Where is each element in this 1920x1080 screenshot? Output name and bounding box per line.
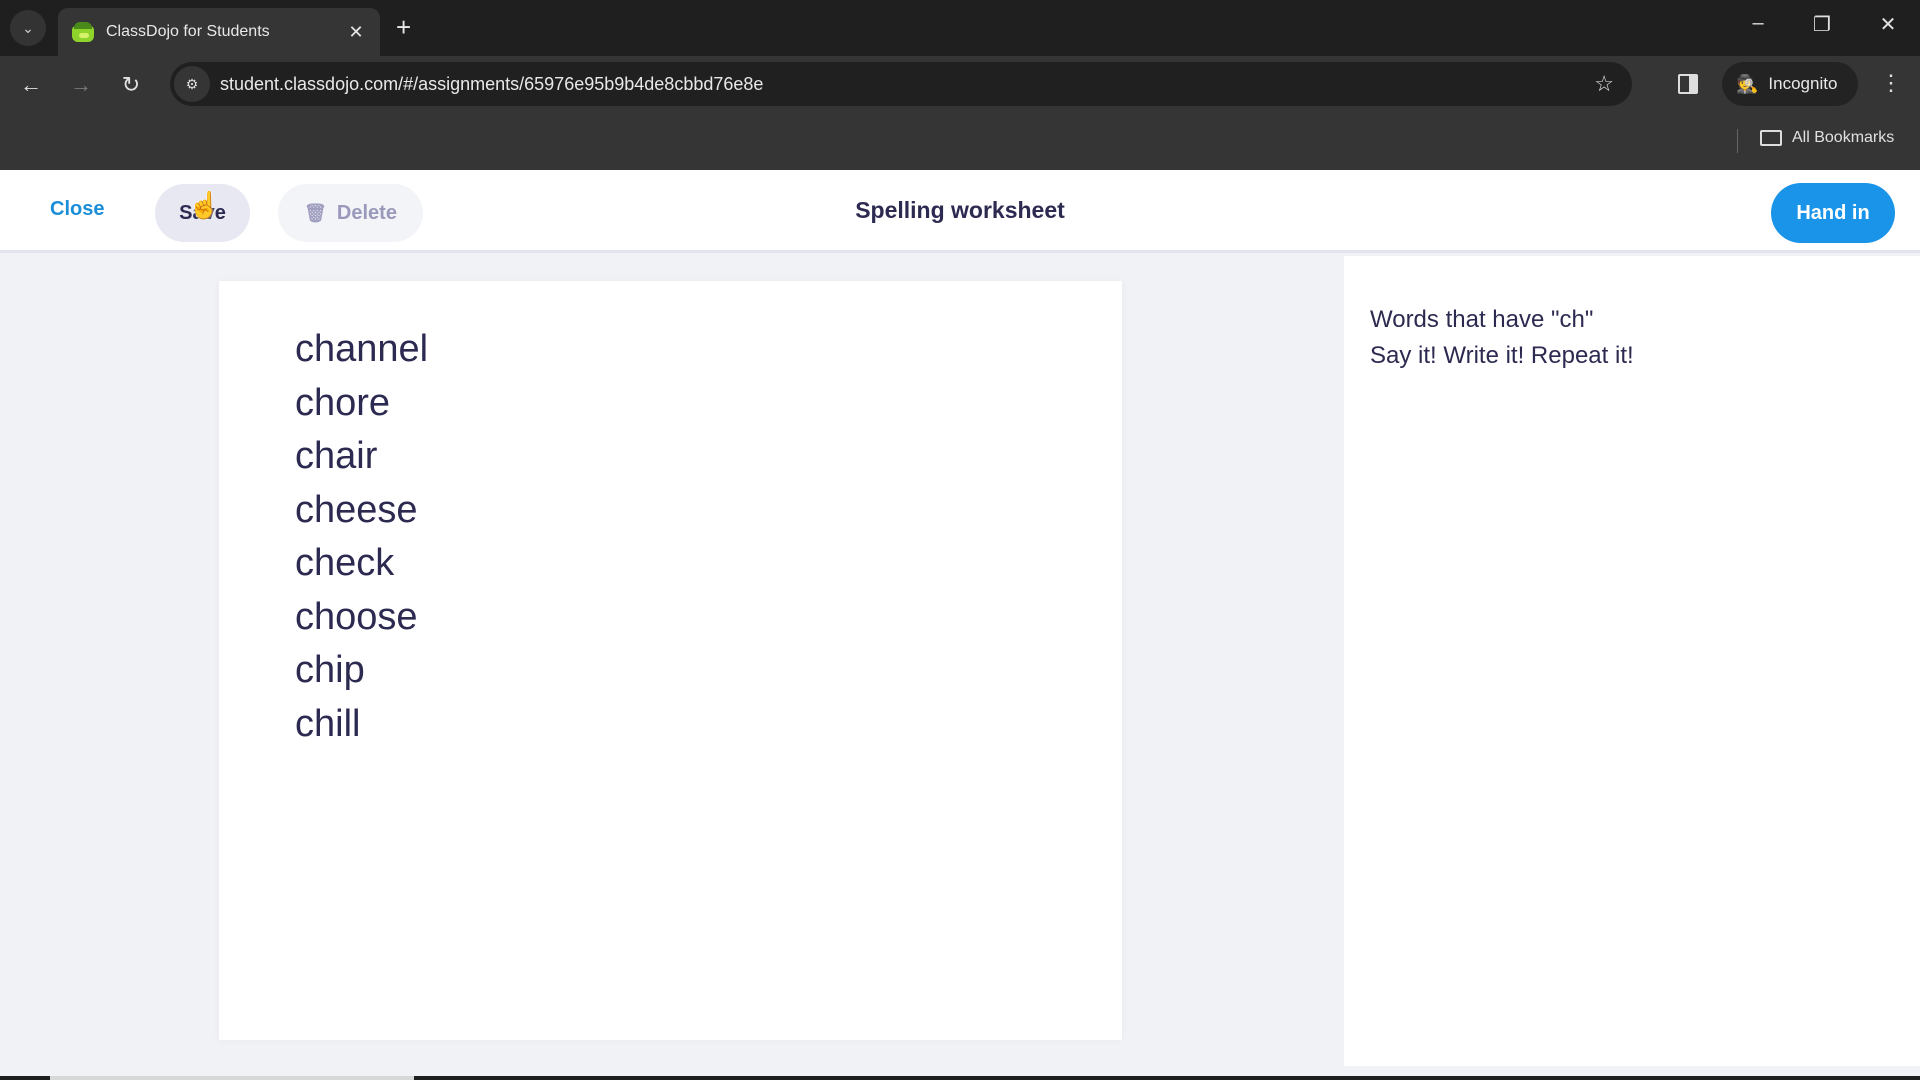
page-title: Spelling worksheet [855,197,1065,223]
tab-search-button[interactable]: ⌄ [10,10,46,46]
scrollbar-thumb[interactable] [50,1076,414,1080]
tab-title: ClassDojo for Students [106,23,270,40]
spelling-word: check [295,542,395,584]
incognito-icon: 🕵 [1736,73,1759,94]
new-tab-button[interactable]: + [396,12,411,42]
minimize-icon[interactable]: – [1738,12,1778,35]
browser-menu-icon[interactable]: ⋮ [1880,70,1902,96]
instruction-text: Say it! Write it! Repeat it! [1370,342,1634,369]
back-icon[interactable]: ← [16,70,46,100]
reload-icon[interactable]: ↻ [116,70,146,100]
all-bookmarks-button[interactable]: All Bookmarks [1760,129,1894,147]
incognito-badge[interactable]: 🕵 Incognito [1722,62,1858,106]
side-panel-icon[interactable] [1678,74,1698,94]
restore-icon[interactable]: ❐ [1802,12,1842,37]
chevron-down-icon: ⌄ [22,19,34,36]
spelling-word-list: channel chore chair cheese check choose … [295,323,428,751]
spelling-word: choose [295,595,418,638]
spelling-word: chip [295,649,365,691]
browser-tab-bar: ⌄ ClassDojo for Students ✕ + – ❐ ✕ [0,0,1920,56]
incognito-label: Incognito [1768,74,1838,93]
bookmark-star-icon[interactable]: ☆ [1594,71,1614,97]
window-close-icon[interactable]: ✕ [1868,12,1908,37]
hand-in-button[interactable]: Hand in [1771,183,1895,243]
bookmarks-bar: All Bookmarks [0,113,1920,170]
tab-close-icon[interactable]: ✕ [346,22,366,43]
forward-icon[interactable]: → [66,70,96,100]
classdojo-favicon-icon [72,22,94,42]
spelling-word: chair [295,435,378,477]
site-info-icon[interactable]: ⚙ [174,66,210,102]
assignment-header: Close Save ☝ 🗑 Delete Spelling worksheet… [0,170,1920,253]
spelling-word: channel [295,328,429,370]
bookmarks-divider [1737,129,1738,153]
worksheet-page[interactable]: channel chore chair cheese check choose … [219,281,1122,1040]
instruction-text: Words that have "ch" [1370,306,1594,333]
browser-toolbar: ← → ↻ ⚙ student.classdojo.com/#/assignme… [0,56,1920,113]
url-text[interactable]: student.classdojo.com/#/assignments/6597… [220,74,1594,95]
spelling-word: chore [295,381,391,424]
folder-icon [1760,130,1782,146]
instructions-panel: Words that have "ch" Say it! Write it! R… [1344,256,1920,1066]
address-bar[interactable]: ⚙ student.classdojo.com/#/assignments/65… [170,62,1632,106]
browser-tab[interactable]: ClassDojo for Students ✕ [58,8,380,56]
spelling-word: chill [295,702,361,745]
all-bookmarks-label: All Bookmarks [1792,129,1895,146]
spelling-word: cheese [295,488,418,531]
